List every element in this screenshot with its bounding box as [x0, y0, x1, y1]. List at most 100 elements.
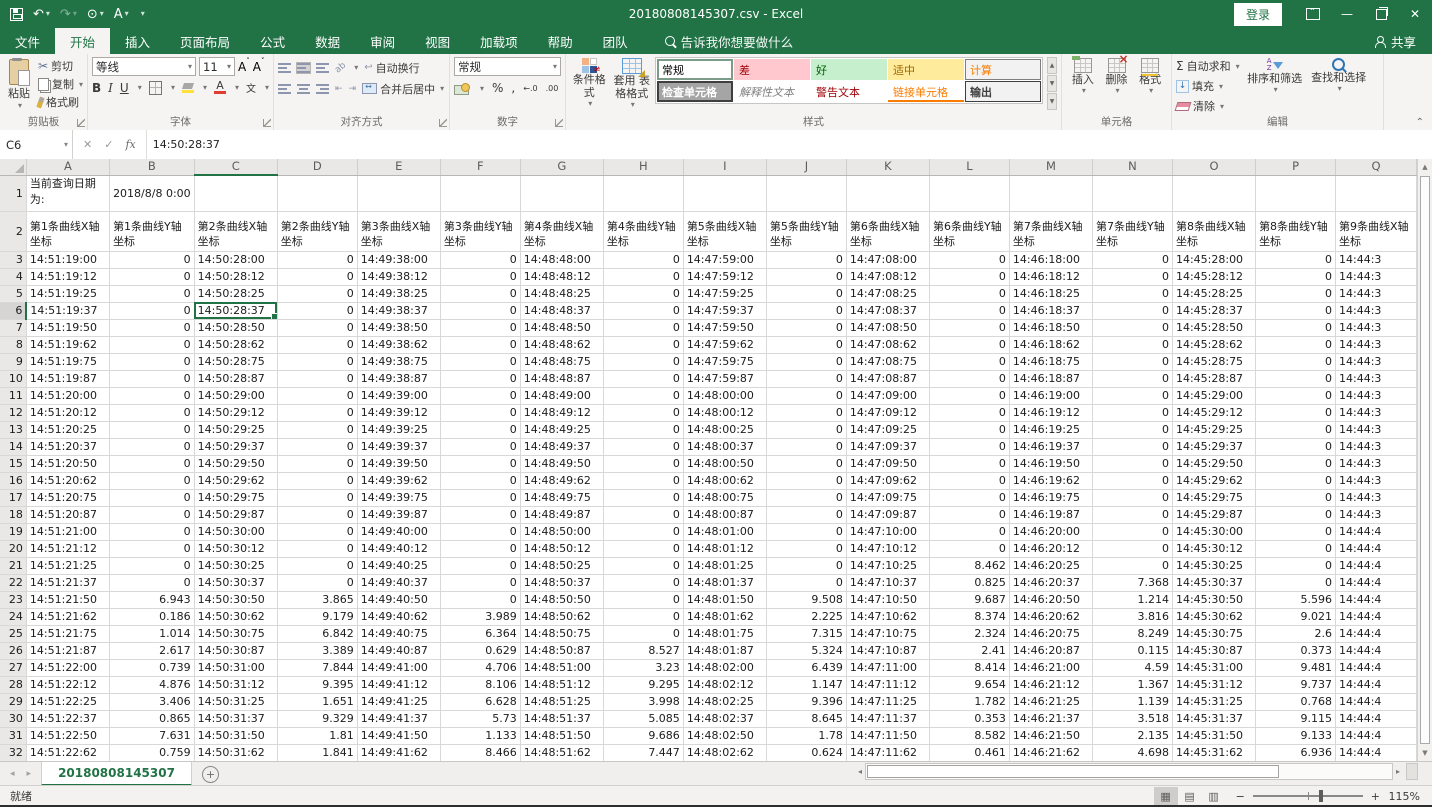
col-header-A[interactable]: A: [26, 159, 109, 175]
cell-C9[interactable]: 14:50:28:75: [194, 353, 277, 370]
cell-K28[interactable]: 14:47:11:12: [846, 676, 929, 693]
cell-N1[interactable]: [1093, 175, 1173, 211]
tab-帮助[interactable]: 帮助: [533, 28, 588, 54]
cell-F18[interactable]: 0: [440, 506, 520, 523]
cell-D19[interactable]: 0: [277, 523, 357, 540]
cell-style-常规[interactable]: 常规: [657, 59, 733, 80]
cell-E20[interactable]: 14:49:40:12: [357, 540, 440, 557]
cell-O17[interactable]: 14:45:29:75: [1172, 489, 1255, 506]
cell-P31[interactable]: 9.133: [1256, 727, 1336, 744]
comma-style-button[interactable]: ,: [511, 81, 515, 95]
cell-E23[interactable]: 14:49:40:50: [357, 591, 440, 608]
cell-J9[interactable]: 0: [766, 353, 846, 370]
normal-view-button[interactable]: ▦: [1154, 787, 1178, 805]
cell-K17[interactable]: 14:47:09:75: [846, 489, 929, 506]
cell-H32[interactable]: 7.447: [603, 744, 683, 761]
cell-D15[interactable]: 0: [277, 455, 357, 472]
cell-N14[interactable]: 0: [1093, 438, 1173, 455]
cell-Q4[interactable]: 14:44:3: [1336, 268, 1417, 285]
cell-O27[interactable]: 14:45:31:00: [1172, 659, 1255, 676]
cell-D12[interactable]: 0: [277, 404, 357, 421]
cell-I16[interactable]: 14:48:00:62: [683, 472, 766, 489]
cell-M3[interactable]: 14:46:18:00: [1009, 251, 1092, 268]
cell-D3[interactable]: 0: [277, 251, 357, 268]
cell-G15[interactable]: 14:48:49:50: [520, 455, 603, 472]
cell-L28[interactable]: 9.654: [929, 676, 1009, 693]
cell-G22[interactable]: 14:48:50:37: [520, 574, 603, 591]
cell-K18[interactable]: 14:47:09:87: [846, 506, 929, 523]
cell-C19[interactable]: 14:50:30:00: [194, 523, 277, 540]
cell-P14[interactable]: 0: [1256, 438, 1336, 455]
alignment-dialog-launcher[interactable]: [439, 119, 447, 127]
cell-B18[interactable]: 0: [110, 506, 195, 523]
cell-O9[interactable]: 14:45:28:75: [1172, 353, 1255, 370]
cell-N7[interactable]: 0: [1093, 319, 1173, 336]
cell-P28[interactable]: 9.737: [1256, 676, 1336, 693]
cell-I22[interactable]: 14:48:01:37: [683, 574, 766, 591]
cell-J10[interactable]: 0: [766, 370, 846, 387]
cell-L16[interactable]: 0: [929, 472, 1009, 489]
cell-G2[interactable]: 第4条曲线X轴坐标: [520, 211, 603, 251]
cell-F21[interactable]: 0: [440, 557, 520, 574]
cell-G3[interactable]: 14:48:48:00: [520, 251, 603, 268]
cell-Q11[interactable]: 14:44:3: [1336, 387, 1417, 404]
row-header-2[interactable]: 2: [0, 211, 26, 251]
clear-button[interactable]: 清除▾: [1176, 97, 1240, 115]
cell-P20[interactable]: 0: [1256, 540, 1336, 557]
row-header-18[interactable]: 18: [0, 506, 26, 523]
cell-C25[interactable]: 14:50:30:75: [194, 625, 277, 642]
cell-O25[interactable]: 14:45:30:75: [1172, 625, 1255, 642]
cell-H28[interactable]: 9.295: [603, 676, 683, 693]
cell-P10[interactable]: 0: [1256, 370, 1336, 387]
cell-E9[interactable]: 14:49:38:75: [357, 353, 440, 370]
cell-D17[interactable]: 0: [277, 489, 357, 506]
cell-N30[interactable]: 3.518: [1093, 710, 1173, 727]
cell-C17[interactable]: 14:50:29:75: [194, 489, 277, 506]
row-header-28[interactable]: 28: [0, 676, 26, 693]
cell-O18[interactable]: 14:45:29:87: [1172, 506, 1255, 523]
font-name-select[interactable]: 等线▾: [92, 57, 196, 76]
cell-Q27[interactable]: 14:44:4: [1336, 659, 1417, 676]
row-header-31[interactable]: 31: [0, 727, 26, 744]
sheet-tab-active[interactable]: 20180808145307: [41, 762, 192, 786]
ribbon-display-options-button[interactable]: [1296, 0, 1330, 28]
cell-G7[interactable]: 14:48:48:50: [520, 319, 603, 336]
cell-J27[interactable]: 6.439: [766, 659, 846, 676]
col-header-M[interactable]: M: [1009, 159, 1092, 175]
cell-O32[interactable]: 14:45:31:62: [1172, 744, 1255, 761]
cell-C16[interactable]: 14:50:29:62: [194, 472, 277, 489]
cell-L8[interactable]: 0: [929, 336, 1009, 353]
cell-K1[interactable]: [846, 175, 929, 211]
cell-J5[interactable]: 0: [766, 285, 846, 302]
cell-L25[interactable]: 2.324: [929, 625, 1009, 642]
cell-P18[interactable]: 0: [1256, 506, 1336, 523]
cell-G10[interactable]: 14:48:48:87: [520, 370, 603, 387]
cell-L12[interactable]: 0: [929, 404, 1009, 421]
row-header-24[interactable]: 24: [0, 608, 26, 625]
insert-cells-button[interactable]: 插入▾: [1066, 57, 1100, 96]
cell-L9[interactable]: 0: [929, 353, 1009, 370]
cell-style-输出[interactable]: 输出: [965, 81, 1041, 102]
cell-H17[interactable]: 0: [603, 489, 683, 506]
cell-L18[interactable]: 0: [929, 506, 1009, 523]
cell-I2[interactable]: 第5条曲线X轴坐标: [683, 211, 766, 251]
cell-G14[interactable]: 14:48:49:37: [520, 438, 603, 455]
cell-F1[interactable]: [440, 175, 520, 211]
cell-P27[interactable]: 9.481: [1256, 659, 1336, 676]
zoom-in-button[interactable]: +: [1371, 790, 1380, 803]
cell-M10[interactable]: 14:46:18:87: [1009, 370, 1092, 387]
cell-B29[interactable]: 3.406: [110, 693, 195, 710]
cell-F31[interactable]: 1.133: [440, 727, 520, 744]
cell-N2[interactable]: 第7条曲线Y轴坐标: [1093, 211, 1173, 251]
cell-A6[interactable]: 14:51:19:37: [26, 302, 109, 319]
cell-C15[interactable]: 14:50:29:50: [194, 455, 277, 472]
cell-B26[interactable]: 2.617: [110, 642, 195, 659]
number-dialog-launcher[interactable]: [555, 119, 563, 127]
fill-button[interactable]: ↓填充▾: [1176, 77, 1240, 95]
cell-G29[interactable]: 14:48:51:25: [520, 693, 603, 710]
cell-I13[interactable]: 14:48:00:25: [683, 421, 766, 438]
cell-E16[interactable]: 14:49:39:62: [357, 472, 440, 489]
cell-J8[interactable]: 0: [766, 336, 846, 353]
vertical-scroll-thumb[interactable]: [1420, 176, 1430, 744]
name-box[interactable]: C6▾: [0, 130, 73, 159]
